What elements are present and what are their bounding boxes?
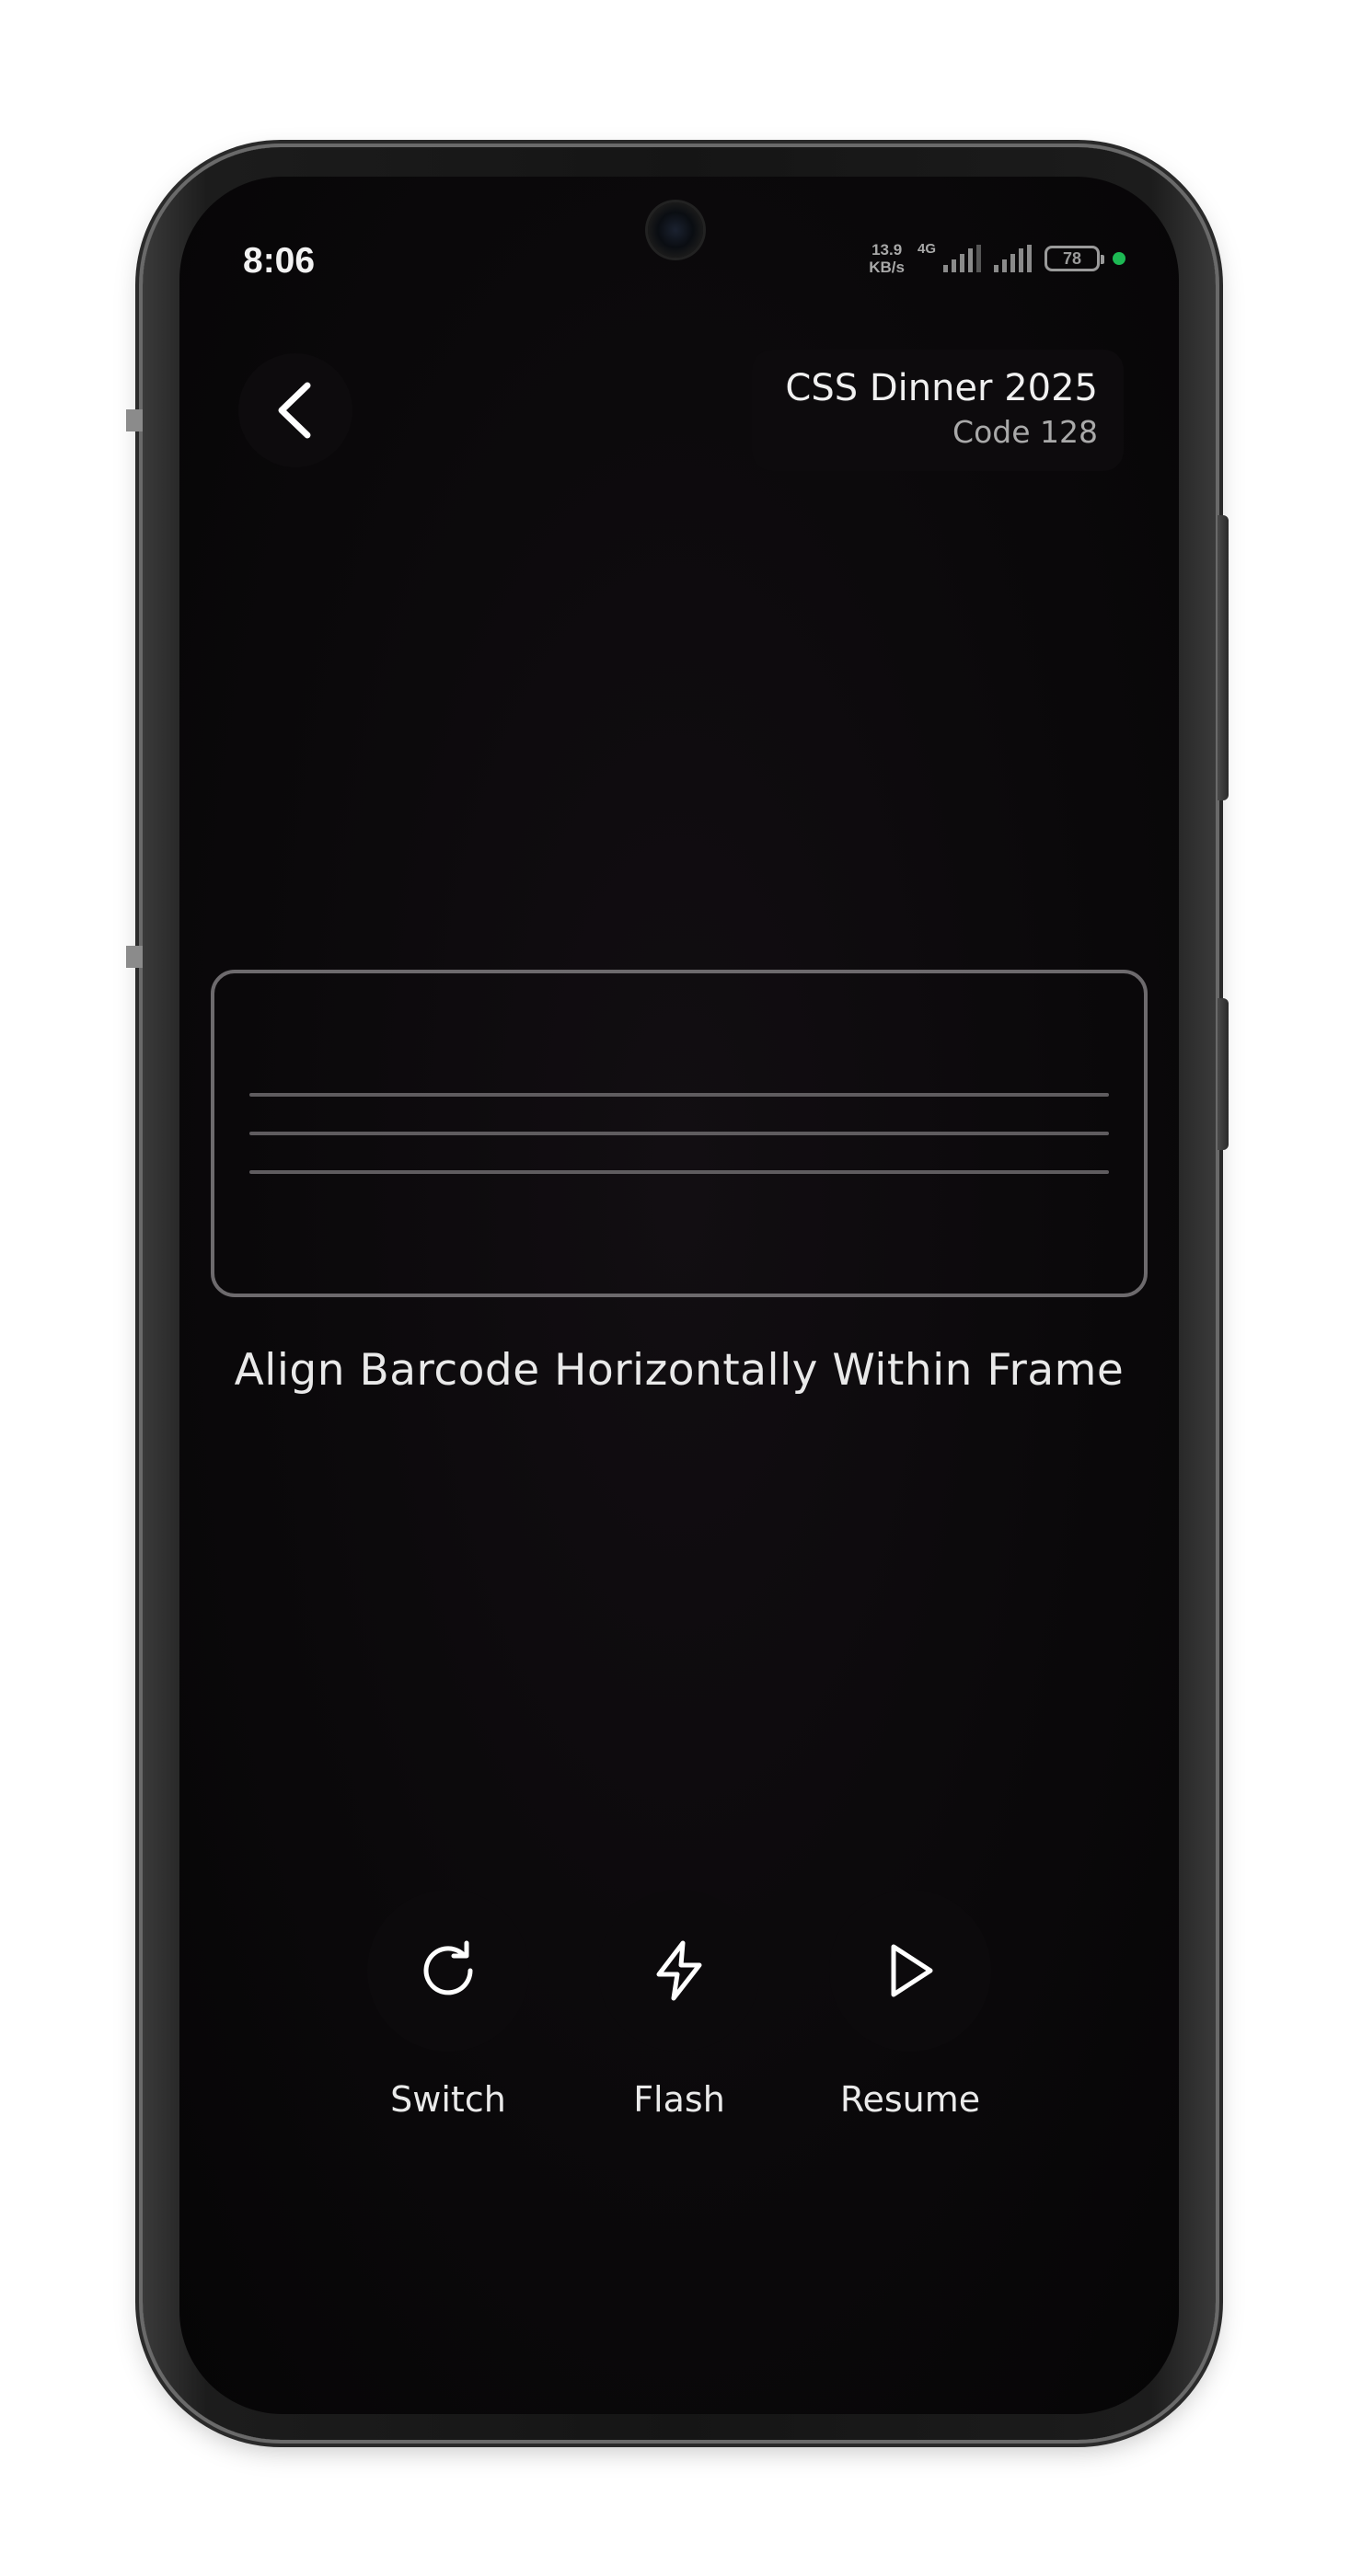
flash-button[interactable]: Flash <box>573 1890 785 2120</box>
privacy-indicator-dot <box>1113 252 1125 265</box>
barcode-scan-frame <box>211 970 1148 1297</box>
event-info-card: CSS Dinner 2025 Code 128 <box>752 350 1124 471</box>
scan-guide-line <box>249 1132 1109 1135</box>
signal-icon <box>943 245 981 272</box>
network-type: 4G <box>917 241 936 257</box>
signal-icon <box>994 245 1032 272</box>
refresh-icon <box>423 1940 473 1995</box>
flash-label: Flash <box>633 2079 725 2120</box>
resume-label: Resume <box>839 2079 981 2120</box>
volume-button <box>1218 515 1229 800</box>
status-icons: 13.9 KB/s 4G 78 <box>869 241 1125 276</box>
phone-frame: 8:06 13.9 KB/s 4G 78 CSS Dinner 2025 Cod… <box>126 147 1229 2440</box>
back-button[interactable] <box>238 353 352 467</box>
network-speed: 13.9 KB/s <box>869 241 905 276</box>
power-button <box>1218 998 1229 1150</box>
antenna-band <box>126 946 143 968</box>
status-time: 8:06 <box>243 241 316 281</box>
scan-instruction: Align Barcode Horizontally Within Frame <box>234 1345 1125 1396</box>
switch-label: Switch <box>390 2079 506 2120</box>
play-icon <box>891 1944 933 1997</box>
antenna-band <box>126 409 143 431</box>
scanner-screen: 8:06 13.9 KB/s 4G 78 CSS Dinner 2025 Cod… <box>179 177 1179 2414</box>
scan-guide-line <box>249 1093 1109 1097</box>
lightning-icon <box>656 1940 702 2001</box>
front-camera <box>648 202 703 258</box>
battery-icon: 78 <box>1045 246 1104 271</box>
resume-button[interactable]: Resume <box>804 1890 1016 2120</box>
chevron-left-icon <box>278 382 311 439</box>
scan-guide-line <box>249 1170 1109 1174</box>
code-type: Code 128 <box>952 414 1098 450</box>
event-name: CSS Dinner 2025 <box>785 367 1098 409</box>
switch-camera-button[interactable]: Switch <box>342 1890 554 2120</box>
